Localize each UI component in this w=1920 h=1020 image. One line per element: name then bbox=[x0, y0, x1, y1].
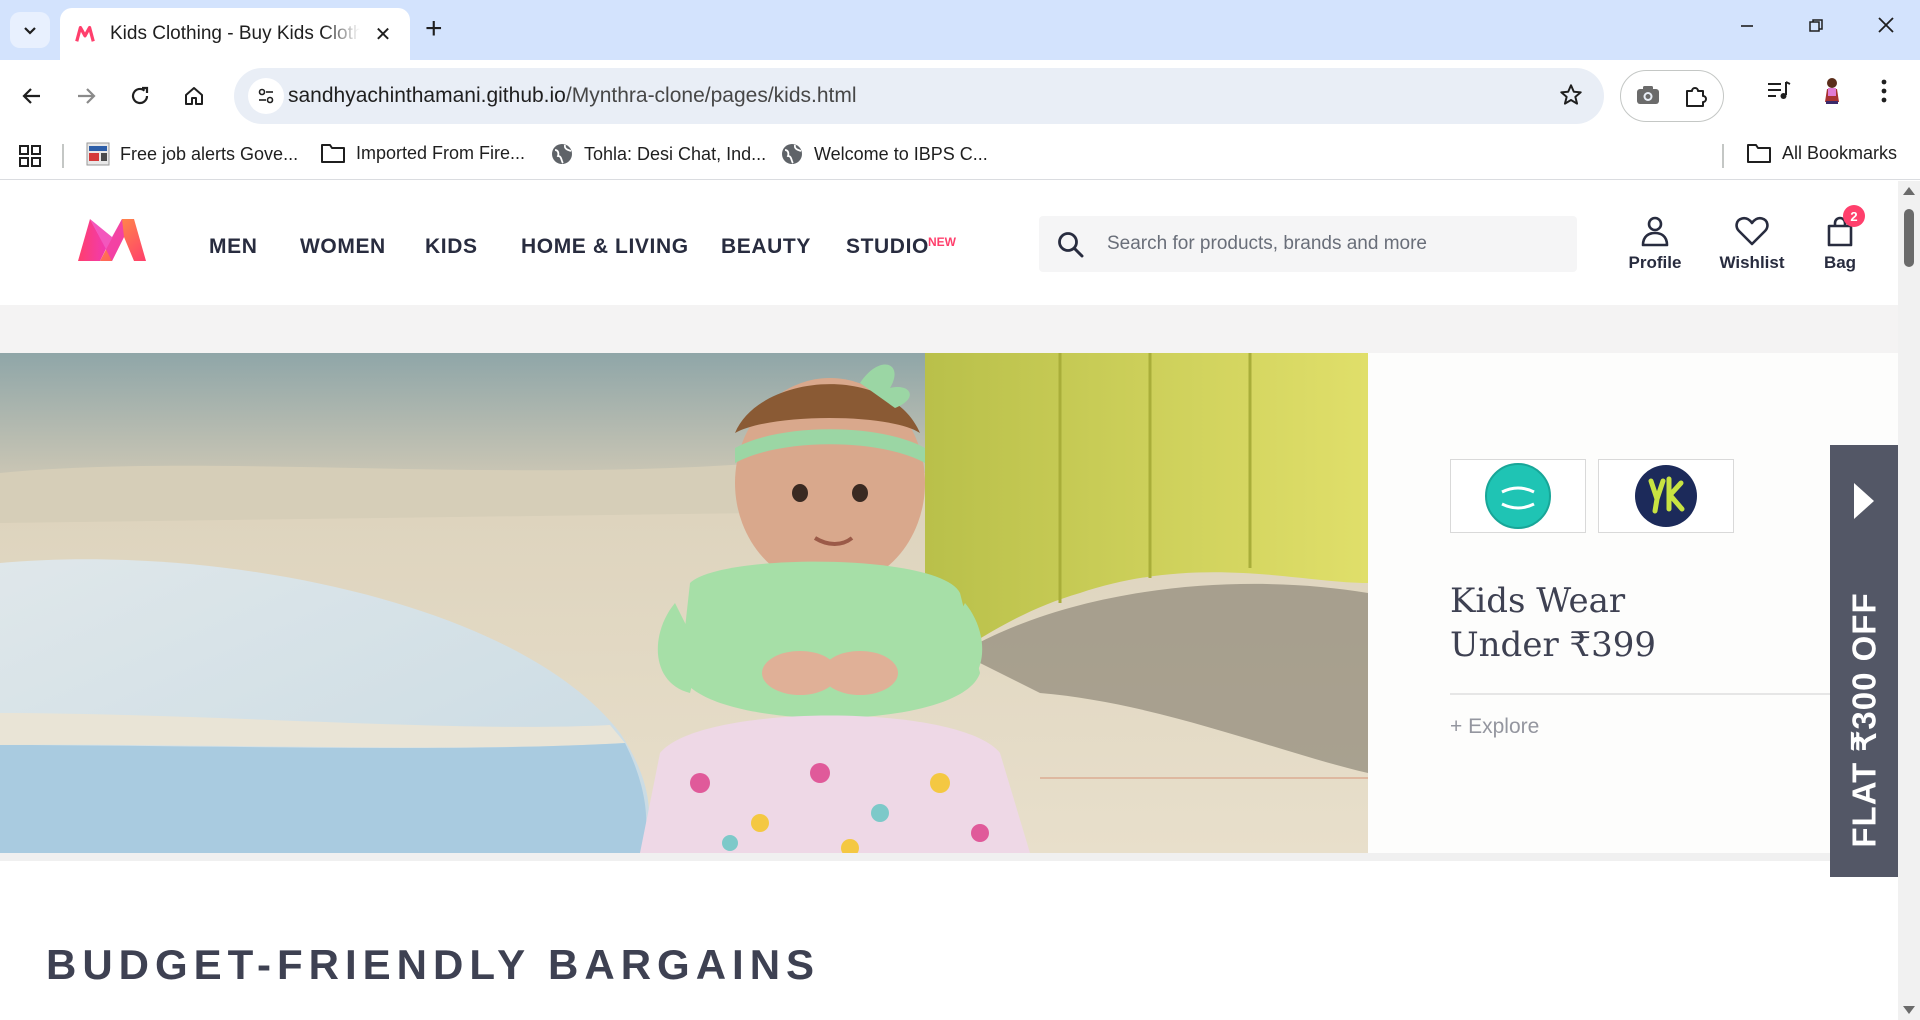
profile-avatar-icon[interactable] bbox=[1816, 74, 1848, 111]
nav-home-living[interactable]: HOME & LIVING bbox=[521, 235, 689, 259]
folder-icon bbox=[1746, 142, 1772, 164]
bookmark-item-3[interactable]: Welcome to IBPS C... bbox=[780, 142, 988, 166]
close-tab-icon[interactable]: ✕ bbox=[370, 22, 396, 47]
nav-kids[interactable]: KIDS bbox=[425, 235, 478, 259]
bag-button[interactable]: 2 Bag bbox=[1817, 205, 1865, 273]
url-host: sandhyachinthamani.github.io bbox=[288, 84, 566, 107]
site-info-icon[interactable] bbox=[248, 78, 284, 114]
browser-toolbar: sandhyachinthamani.github.io/Mynthra-clo… bbox=[0, 60, 1920, 132]
address-bar[interactable]: sandhyachinthamani.github.io/Mynthra-clo… bbox=[234, 68, 1604, 124]
explore-link[interactable]: + Explore bbox=[1450, 715, 1539, 739]
minimize-icon[interactable] bbox=[1727, 14, 1767, 40]
brand-logo-yk[interactable] bbox=[1598, 459, 1734, 533]
flat-offer-text: FLAT ₹300 OFF bbox=[1845, 592, 1883, 848]
home-icon bbox=[185, 87, 203, 105]
banner-bottom-border bbox=[0, 853, 1898, 861]
new-tab-button[interactable]: + bbox=[425, 14, 443, 44]
bag-label: Bag bbox=[1823, 253, 1857, 272]
extensions-puzzle-icon[interactable] bbox=[1683, 83, 1709, 114]
bookmark-label: Tohla: Desi Chat, Ind... bbox=[584, 143, 767, 164]
nav-studio[interactable]: STUDIO bbox=[846, 235, 929, 259]
yk-logo-icon bbox=[1635, 465, 1697, 527]
bookmark-item-0[interactable]: Free job alerts Gove... bbox=[86, 142, 298, 166]
url-text[interactable]: sandhyachinthamani.github.io/Mynthra-clo… bbox=[288, 84, 857, 108]
bag-count-badge: 2 bbox=[1843, 205, 1865, 227]
nav-men[interactable]: MEN bbox=[209, 235, 257, 259]
bookmarks-bar: Free job alerts Gove... Imported From Fi… bbox=[0, 132, 1920, 180]
heart-icon bbox=[1712, 211, 1792, 247]
myntra-favicon-icon bbox=[75, 25, 95, 42]
restore-icon[interactable] bbox=[1796, 14, 1836, 40]
banner-title-line2: Under ₹399 bbox=[1450, 625, 1657, 665]
extensions-group bbox=[1620, 70, 1724, 122]
bookmarks-divider bbox=[62, 144, 64, 168]
section-title: BUDGET-FRIENDLY BARGAINS bbox=[46, 941, 821, 988]
tab-search-button[interactable] bbox=[10, 12, 50, 48]
banner-title: Kids Wear Under ₹399 bbox=[1450, 579, 1656, 667]
web-page: MEN WOMEN KIDS HOME & LIVING BEAUTY STUD… bbox=[0, 181, 1898, 1020]
wishlist-button[interactable]: Wishlist bbox=[1712, 211, 1792, 273]
browser-tab-bar: Kids Clothing - Buy Kids Clothes ✕ + bbox=[0, 0, 1920, 60]
banner-photo bbox=[0, 353, 1368, 853]
bookmark-item-1[interactable]: Imported From Fire... bbox=[320, 142, 525, 164]
site-favicon-icon bbox=[86, 142, 110, 166]
arrow-left-icon bbox=[22, 88, 40, 104]
promo-strip bbox=[0, 305, 1898, 353]
tab-title: Kids Clothing - Buy Kids Clothes bbox=[110, 23, 360, 44]
hero-banner[interactable]: Kids Wear Under ₹399 + Explore bbox=[0, 353, 1898, 853]
mini-klub-logo-icon bbox=[1485, 463, 1551, 529]
back-button[interactable] bbox=[14, 78, 50, 114]
folder-icon bbox=[320, 142, 346, 164]
wishlist-label: Wishlist bbox=[1719, 253, 1785, 272]
bookmark-star-icon[interactable] bbox=[1558, 82, 1584, 113]
flat-offer-tab[interactable]: FLAT ₹300 OFF bbox=[1830, 445, 1898, 877]
profile-button[interactable]: Profile bbox=[1620, 211, 1690, 273]
globe-icon bbox=[550, 142, 574, 166]
brand-logo-mini-klub[interactable] bbox=[1450, 459, 1586, 533]
home-button[interactable] bbox=[176, 78, 212, 114]
bookmark-label: Free job alerts Gove... bbox=[120, 143, 299, 164]
active-tab[interactable]: Kids Clothing - Buy Kids Clothes ✕ bbox=[60, 8, 410, 60]
play-arrow-icon bbox=[1854, 483, 1874, 519]
profile-label: Profile bbox=[1628, 253, 1682, 272]
new-badge: NEW bbox=[928, 235, 956, 249]
apps-grid-icon[interactable] bbox=[18, 144, 42, 168]
search-icon[interactable] bbox=[1057, 231, 1085, 264]
reload-icon bbox=[131, 86, 149, 105]
search-input[interactable] bbox=[1107, 216, 1557, 272]
globe-icon bbox=[780, 142, 804, 166]
url-path: /Mynthra-clone/pages/kids.html bbox=[565, 84, 857, 107]
bookmark-label: Imported From Fire... bbox=[356, 142, 526, 163]
bag-icon: 2 bbox=[1817, 205, 1865, 247]
user-icon bbox=[1620, 211, 1690, 247]
media-control-icon[interactable] bbox=[1765, 78, 1793, 109]
site-header: MEN WOMEN KIDS HOME & LIVING BEAUTY STUD… bbox=[0, 181, 1898, 305]
bookmark-label: Welcome to IBPS C... bbox=[814, 143, 988, 164]
all-bookmarks-label: All Bookmarks bbox=[1782, 142, 1898, 163]
scroll-down-icon[interactable] bbox=[1903, 1006, 1915, 1014]
scroll-thumb[interactable] bbox=[1904, 209, 1914, 267]
banner-title-line1: Kids Wear bbox=[1450, 581, 1626, 621]
page-scrollbar[interactable] bbox=[1898, 181, 1920, 1020]
close-window-icon[interactable] bbox=[1866, 14, 1906, 40]
search-bar bbox=[1039, 216, 1577, 272]
scroll-up-icon[interactable] bbox=[1903, 187, 1915, 195]
forward-button[interactable] bbox=[68, 78, 104, 114]
nav-women[interactable]: WOMEN bbox=[300, 235, 386, 259]
nav-beauty[interactable]: BEAUTY bbox=[721, 235, 811, 259]
bookmark-item-2[interactable]: Tohla: Desi Chat, Ind... bbox=[550, 142, 766, 166]
camera-icon[interactable] bbox=[1635, 83, 1661, 112]
banner-divider bbox=[1450, 693, 1830, 695]
chevron-down-icon bbox=[24, 27, 36, 35]
menu-kebab-icon[interactable] bbox=[1880, 78, 1888, 109]
all-bookmarks-button[interactable]: All Bookmarks bbox=[1746, 142, 1897, 164]
reload-button[interactable] bbox=[122, 78, 158, 114]
arrow-right-icon bbox=[78, 88, 96, 104]
bookmarks-divider bbox=[1722, 144, 1724, 168]
myntra-logo[interactable] bbox=[76, 215, 148, 268]
